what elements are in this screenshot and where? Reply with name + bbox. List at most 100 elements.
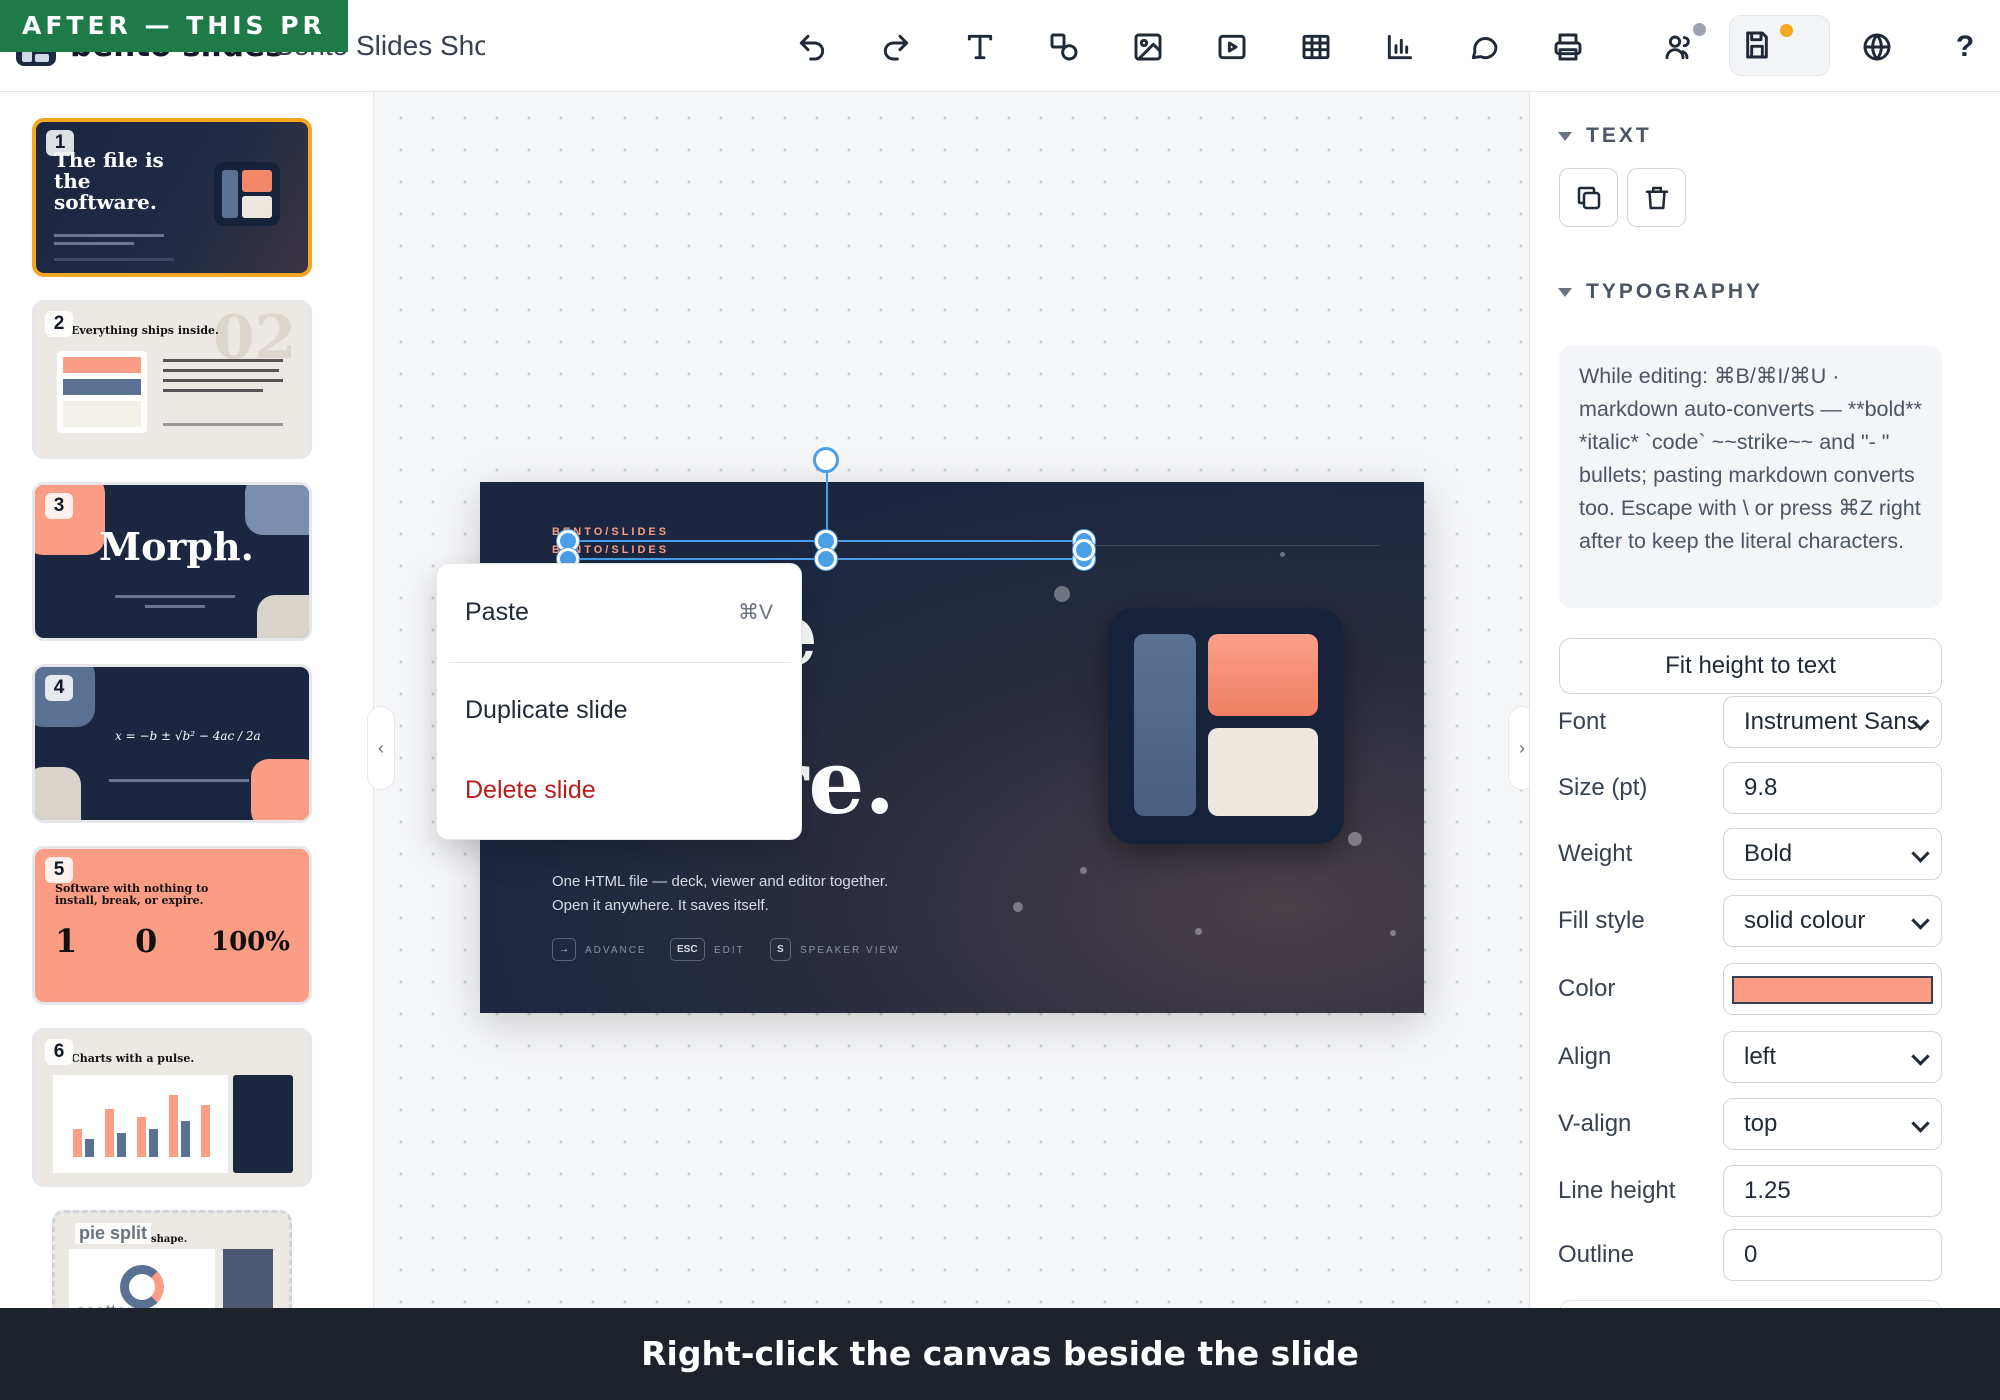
language-icon [1863, 33, 1891, 61]
fit-height-to-text-button[interactable]: Fit height to text [1559, 638, 1942, 694]
embed-font-button-frame[interactable] [1559, 1300, 1942, 1308]
thumbnail-stat-2: 0 [135, 922, 158, 960]
bento-logo-card[interactable] [1108, 608, 1344, 844]
speaker-view-key: S [770, 938, 791, 961]
weight-select[interactable]: Bold [1723, 828, 1942, 880]
rotate-handle[interactable] [813, 447, 839, 473]
copy-icon [1577, 186, 1600, 209]
add-chart-button[interactable] [1375, 22, 1425, 72]
menu-separator [449, 662, 791, 663]
text-section-header[interactable]: TEXT [1558, 124, 1652, 148]
slide-thumbnail-panel: 1 The file is the software. 2 02 Everyth… [0, 92, 374, 1308]
sparkle [1054, 586, 1070, 602]
font-select[interactable]: Instrument Sans [1723, 696, 1942, 748]
undo-icon [799, 34, 825, 61]
save-icon [1746, 31, 1768, 59]
slide-thumbnail-1[interactable]: 1 The file is the software. [32, 118, 312, 277]
slide-number: 6 [45, 1039, 73, 1065]
slide-number: 3 [45, 493, 73, 519]
delete-slide-menu-item[interactable]: Delete slide [465, 776, 596, 805]
add-image-button[interactable] [1123, 22, 1173, 72]
canvas-context-menu: Paste ⌘V Duplicate slide Delete slide [436, 563, 802, 840]
slide-thumbnail-7[interactable]: pie split shape. [52, 1210, 292, 1308]
typography-section-label: TYPOGRAPHY [1586, 280, 1764, 303]
redo-icon [883, 34, 909, 61]
tutorial-caption: Right-click the canvas beside the slide [0, 1308, 2000, 1400]
trash-icon [1645, 186, 1668, 209]
fill-style-select[interactable]: solid colour [1723, 895, 1942, 947]
outline-label: Outline [1558, 1241, 1635, 1268]
thumbnail-title: Everything ships inside. [71, 324, 219, 337]
slide-number: 1 [46, 130, 74, 156]
add-text-button[interactable] [955, 22, 1005, 72]
add-table-button[interactable] [1291, 22, 1341, 72]
sparkle [1390, 930, 1396, 936]
unsaved-changes-dot [1780, 24, 1793, 37]
previous-slide-button[interactable]: ‹ [367, 706, 395, 790]
thumbnail-logo [214, 162, 280, 226]
redo-button[interactable] [871, 22, 921, 72]
size-input[interactable]: 9.8 [1723, 762, 1942, 814]
typography-section-header[interactable]: TYPOGRAPHY [1558, 280, 1763, 304]
align-label: Align [1558, 1043, 1612, 1070]
edit-key: ESC [670, 938, 705, 961]
paste-menu-item[interactable]: Paste [465, 598, 529, 627]
shapes-icon [1050, 33, 1078, 61]
resize-handle-bottom[interactable] [815, 548, 837, 570]
thumbnail-title: Software with nothing to install, break,… [55, 882, 209, 907]
size-label: Size (pt) [1558, 774, 1648, 801]
thumbnail-stat-3: 100% [211, 927, 290, 957]
outline-input[interactable]: 0 [1723, 1229, 1942, 1281]
slide-number: 2 [45, 311, 73, 337]
sparkle [1348, 832, 1362, 846]
collapse-triangle-icon [1558, 131, 1572, 141]
align-select[interactable]: left [1723, 1031, 1942, 1083]
v-align-select[interactable]: top [1723, 1098, 1942, 1150]
collaborators-icon [1665, 35, 1690, 60]
resize-handle-right[interactable] [1073, 539, 1095, 561]
thumbnail-big-number: 02 [213, 303, 297, 373]
image-icon [1134, 33, 1162, 61]
line-height-label: Line height [1558, 1177, 1676, 1204]
collapse-triangle-icon [1558, 287, 1572, 297]
pr-badge: AFTER — THIS PR [0, 0, 348, 52]
markdown-help-text: While editing: ⌘B/⌘I/⌘U · markdown auto-… [1559, 346, 1942, 608]
undo-button[interactable] [787, 22, 837, 72]
color-picker[interactable] [1723, 963, 1942, 1015]
slide-thumbnail-2[interactable]: 2 02 Everything ships inside. [32, 300, 312, 459]
sparkle [1080, 867, 1087, 874]
color-label: Color [1558, 975, 1616, 1002]
help-button[interactable]: ? [1940, 22, 1990, 72]
delete-element-button[interactable] [1627, 168, 1686, 227]
add-shape-button[interactable] [1039, 22, 1089, 72]
font-label: Font [1558, 708, 1607, 735]
add-comment-button[interactable] [1459, 22, 1509, 72]
slide-subtitle-2[interactable]: Open it anywhere. It saves itself. [552, 894, 769, 918]
add-video-button[interactable] [1207, 22, 1257, 72]
duplicate-slide-menu-item[interactable]: Duplicate slide [465, 696, 628, 725]
slide-number: 4 [45, 675, 73, 701]
duplicate-element-button[interactable] [1559, 168, 1618, 227]
table-icon [1302, 34, 1330, 60]
inspector-panel: TEXT TYPOGRAPHY While editing: ⌘B/⌘I/⌘U … [1529, 92, 2000, 1308]
print-button[interactable] [1543, 22, 1593, 72]
sparkle [1195, 928, 1202, 935]
v-align-label: V-align [1558, 1110, 1632, 1137]
slide-thumbnail-4[interactable]: 4 x = −b ± √b² − 4ac / 2a [32, 664, 312, 823]
advance-key: → [552, 938, 576, 961]
paste-shortcut: ⌘V [737, 601, 773, 624]
weight-label: Weight [1558, 840, 1633, 867]
line-height-input[interactable]: 1.25 [1723, 1165, 1942, 1217]
thumbnail-label: pie split [75, 1223, 152, 1244]
sparkle [1013, 902, 1023, 912]
thumbnail-stat-1: 1 [55, 922, 78, 960]
slide-thumbnail-5[interactable]: 5 Software with nothing to install, brea… [32, 846, 312, 1005]
slide-subtitle-1[interactable]: One HTML file — deck, viewer and editor … [552, 870, 888, 894]
slide-thumbnail-3[interactable]: 3 Morph. [32, 482, 312, 641]
save-button[interactable] [1729, 15, 1830, 76]
language-button[interactable] [1852, 22, 1902, 72]
save-icon-wrap [1732, 20, 1782, 70]
slide-thumbnail-6[interactable]: 6 Charts with a pulse. [32, 1028, 312, 1187]
top-toolbar: AFTER — THIS PR bento slides Bento Slide… [0, 0, 2000, 92]
fill-style-label: Fill style [1558, 907, 1645, 934]
